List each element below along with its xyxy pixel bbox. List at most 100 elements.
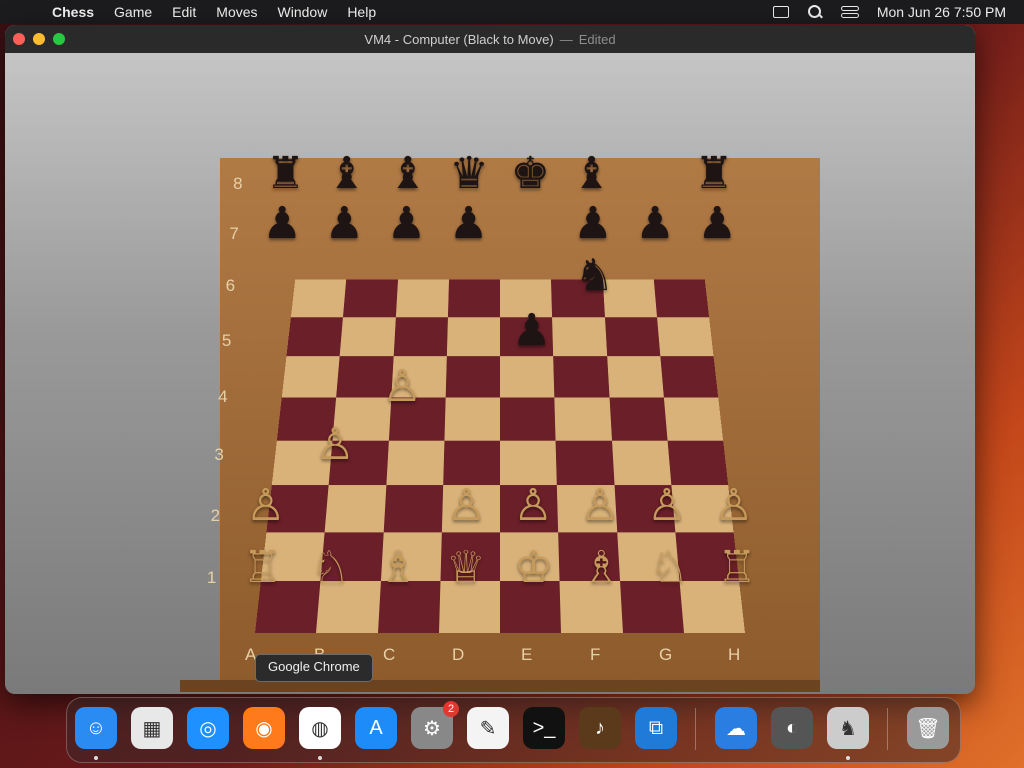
minimize-window-button[interactable]	[33, 33, 45, 45]
board-square-b7[interactable]	[339, 316, 396, 357]
board-square-c7[interactable]	[393, 316, 448, 357]
menu-game[interactable]: Game	[114, 4, 152, 20]
chess-piece-white-c4[interactable]: ♙	[383, 364, 422, 409]
board-square-a7[interactable]	[286, 316, 344, 357]
chess-piece-white-d2[interactable]: ♙	[447, 483, 486, 528]
board-square-d4[interactable]	[442, 440, 500, 486]
board-square-h8[interactable]	[653, 279, 710, 317]
menu-window[interactable]: Window	[278, 4, 328, 20]
chess-piece-black-f6[interactable]: ♞	[575, 254, 614, 298]
board-square-b3[interactable]	[324, 485, 386, 533]
vscode-icon[interactable]: ⧉	[635, 707, 677, 749]
board-square-d8[interactable]	[447, 279, 500, 317]
chess-piece-white-b1[interactable]: ♘	[311, 546, 350, 590]
menu-bar: Chess Game Edit Moves Window Help Mon Ju…	[0, 0, 1024, 24]
board-square-d6[interactable]	[445, 356, 500, 398]
dock-separator	[887, 708, 888, 750]
chess-piece-white-e1[interactable]: ♔	[514, 546, 553, 590]
close-window-button[interactable]	[13, 33, 25, 45]
file-label: F	[590, 645, 601, 664]
board-square-f6[interactable]	[553, 356, 610, 398]
board-square-c3[interactable]	[383, 485, 443, 533]
board-square-d7[interactable]	[446, 316, 500, 357]
app-store-icon[interactable]: A	[355, 707, 397, 749]
firefox-icon[interactable]: ◉	[243, 707, 285, 749]
board-square-e4[interactable]	[500, 440, 558, 486]
chess-piece-black-h7[interactable]: ♟	[698, 202, 737, 246]
board-square-g4[interactable]	[611, 440, 672, 486]
chess-piece-white-f2[interactable]: ♙	[580, 483, 619, 528]
running-indicator	[318, 756, 322, 760]
garageband-icon[interactable]: ♪	[579, 707, 621, 749]
chess-piece-black-e8[interactable]: ♚	[511, 152, 550, 196]
chess-piece-black-g7[interactable]: ♟	[635, 202, 674, 246]
chess-piece-black-e5[interactable]: ♟	[512, 308, 551, 353]
chrome-icon[interactable]: ◍	[299, 707, 341, 749]
board-square-c8[interactable]	[395, 279, 449, 317]
system-settings-icon[interactable]: ⚙ 2	[411, 701, 459, 749]
chess-piece-black-c7[interactable]: ♟	[387, 202, 426, 246]
chess-piece-black-b8[interactable]: ♝	[327, 152, 366, 196]
chess-piece-black-c8[interactable]: ♝	[388, 152, 427, 196]
menu-clock[interactable]: Mon Jun 26 7:50 PM	[877, 4, 1006, 20]
zoom-window-button[interactable]	[53, 33, 65, 45]
file-label: C	[383, 645, 396, 664]
chess-piece-white-h1[interactable]: ♖	[717, 546, 756, 590]
board-square-h6[interactable]	[660, 356, 719, 398]
board-square-h4[interactable]	[667, 440, 729, 486]
trash-icon[interactable]: 🗑	[907, 707, 949, 749]
menu-chess[interactable]: Chess	[52, 4, 94, 20]
chess-piece-black-a7[interactable]: ♟	[262, 202, 301, 246]
chess-piece-black-h8[interactable]: ♜	[694, 152, 733, 196]
board-square-h5[interactable]	[663, 397, 724, 441]
chess-piece-white-a2[interactable]: ♙	[246, 483, 285, 528]
chess-piece-white-d1[interactable]: ♕	[446, 546, 485, 590]
board-square-h7[interactable]	[656, 316, 714, 357]
chess-piece-black-a8[interactable]: ♜	[266, 152, 305, 196]
menu-help[interactable]: Help	[347, 4, 376, 20]
launchpad-glyph: ▦	[142, 717, 162, 740]
terminal-icon[interactable]: >_	[523, 707, 565, 749]
photo-booth-icon[interactable]: ◐	[771, 707, 813, 749]
chess-piece-white-c1[interactable]: ♗	[378, 546, 417, 590]
board-square-f5[interactable]	[554, 397, 612, 441]
board-square-e5[interactable]	[500, 397, 556, 441]
chess-piece-black-f8[interactable]: ♝	[572, 152, 611, 196]
menu-edit[interactable]: Edit	[172, 4, 196, 20]
safari-icon[interactable]: ◎	[187, 707, 229, 749]
chess-piece-white-g1[interactable]: ♘	[649, 546, 688, 590]
board-square-f4[interactable]	[555, 440, 615, 486]
file-label: H	[728, 645, 741, 664]
board-square-g5[interactable]	[609, 397, 668, 441]
board-square-a6[interactable]	[281, 356, 340, 398]
finder-icon[interactable]: ☺	[75, 707, 117, 749]
chess-piece-white-f1[interactable]: ♗	[582, 546, 621, 590]
chess-piece-white-h2[interactable]: ♙	[714, 483, 753, 528]
board-square-c4[interactable]	[385, 440, 445, 486]
screen-mirroring-icon[interactable]	[772, 6, 789, 18]
board-square-b8[interactable]	[343, 279, 398, 317]
chess-piece-white-e2[interactable]: ♙	[513, 483, 552, 528]
chess-icon[interactable]: ♞	[827, 707, 869, 749]
chess-piece-white-g2[interactable]: ♙	[647, 483, 686, 528]
spotlight-search-icon[interactable]	[807, 4, 823, 20]
chess-piece-black-d7[interactable]: ♟	[449, 202, 488, 246]
chess-piece-black-d8[interactable]: ♛	[449, 152, 488, 196]
chess-piece-white-b3[interactable]: ♙	[315, 423, 354, 467]
chess-piece-white-a1[interactable]: ♖	[243, 546, 282, 590]
chess-piece-black-b7[interactable]: ♟	[325, 202, 364, 246]
textedit-icon[interactable]: ✎	[467, 707, 509, 749]
file-label: D	[452, 645, 465, 664]
control-center-icon[interactable]	[840, 6, 859, 18]
board-square-g6[interactable]	[606, 356, 664, 398]
board-square-e6[interactable]	[500, 356, 555, 398]
launchpad-icon[interactable]: ▦	[131, 707, 173, 749]
weather-icon[interactable]: ☁	[715, 707, 757, 749]
board-square-g7[interactable]	[604, 316, 661, 357]
dock-tooltip: Google Chrome	[255, 654, 373, 682]
menu-moves[interactable]: Moves	[216, 4, 257, 20]
board-square-a8[interactable]	[290, 279, 347, 317]
board-square-d5[interactable]	[444, 397, 500, 441]
board-square-f7[interactable]	[552, 316, 607, 357]
chess-piece-black-f7[interactable]: ♟	[573, 202, 612, 246]
